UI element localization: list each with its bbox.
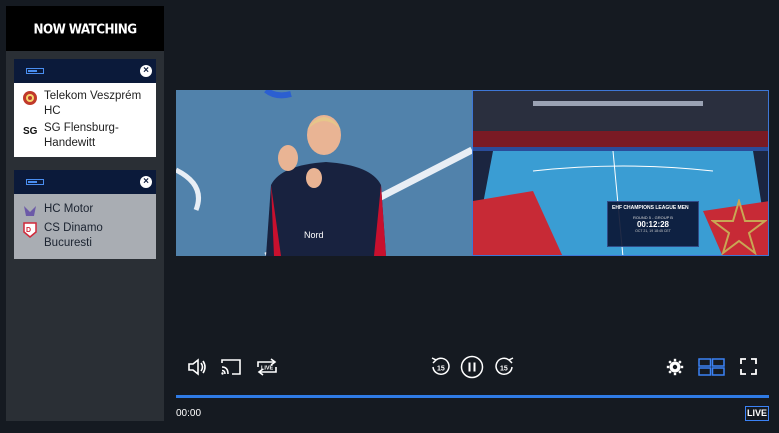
champions-league-star-icon [711,199,767,255]
fullscreen-icon [740,358,757,375]
stream-card-teams: Telekom Veszprém HC SG SG Flensburg-Hand… [14,83,156,157]
current-time: 00:00 [176,408,202,419]
scorebug-clock: 00:12:28 [636,220,670,229]
rewind-15-button[interactable]: 15 [430,356,452,378]
stream-card-header: × [14,170,156,194]
svg-text:Nord: Nord [304,230,324,240]
settings-button[interactable] [666,358,684,376]
now-watching-title: NOW WATCHING [33,20,138,37]
cast-button[interactable] [220,358,242,376]
close-icon[interactable]: × [140,176,152,188]
team-name: CS Dinamo Bucuresti [44,222,103,249]
forward-15-icon: 15 [495,357,514,376]
camera-view-arena-wide: EHF CHAMPIONS LEAGUE MEN ROUND 5 - GROUP… [472,90,769,256]
pause-icon [460,355,484,379]
stream-card-header: × [14,59,156,83]
cast-icon [221,359,241,375]
now-watching-header: NOW WATCHING [6,6,164,51]
dinamo-logo-icon: D [23,222,37,238]
hc-motor-logo-icon [24,206,36,216]
team-name: SG Flensburg-Handewitt [44,122,119,149]
stream-card-1[interactable]: × Telekom Veszprém HC SG SG Flensburg-Ha… [14,59,156,157]
team-row: SG SG Flensburg-Handewitt [22,121,152,151]
team-row: D CS Dinamo Bucuresti [22,221,152,251]
svg-text:SG: SG [23,126,38,137]
volume-icon [188,358,206,376]
close-icon[interactable]: × [140,65,152,77]
team-row: HC Motor [22,202,152,219]
go-live-button[interactable]: LIVE [254,357,280,377]
multiview-layout-button[interactable] [698,358,725,376]
camera-view-player-closeup: Nord [176,90,472,256]
svg-text:LIVE: LIVE [261,366,274,372]
now-watching-sidebar: NOW WATCHING × Telekom Veszprém HC SG SG… [6,6,164,421]
flensburg-logo-icon: SG [22,122,38,138]
scorebug: EHF CHAMPIONS LEAGUE MEN ROUND 5 - GROUP… [607,201,699,247]
svg-text:15: 15 [500,366,508,373]
svg-text:15: 15 [437,366,445,373]
fullscreen-button[interactable] [740,358,757,375]
team-row: Telekom Veszprém HC [22,89,152,119]
forward-15-button[interactable]: 15 [493,356,515,378]
settings-icon [666,358,684,376]
stream-indicator-icon [26,179,44,185]
live-button[interactable]: LIVE [745,406,769,421]
rewind-15-icon: 15 [431,357,450,376]
team-name: Telekom Veszprém HC [44,90,142,117]
scorebug-date: OCT 21, 19 18:45 CET [635,229,671,233]
multiview-layout-icon [698,358,725,376]
team-name: HC Motor [44,203,94,215]
stream-indicator-icon [26,68,44,74]
stream-card-teams: HC Motor D CS Dinamo Bucuresti [14,194,156,259]
pause-button[interactable] [460,355,484,379]
player-closeup-image: Nord [176,90,472,256]
stream-card-2[interactable]: × HC Motor D CS Dinamo Bucuresti [14,170,156,259]
volume-button[interactable] [187,358,207,376]
video-player[interactable]: Nord EHF CHAMPIONS LEAGUE MEN ROUND 5 - … [176,90,769,256]
svg-text:D: D [26,227,31,234]
veszprem-logo-icon [23,91,37,105]
live-rewind-icon: LIVE [257,358,277,376]
progress-bar[interactable] [176,395,769,398]
scorebug-title: EHF CHAMPIONS LEAGUE MEN [612,205,689,211]
